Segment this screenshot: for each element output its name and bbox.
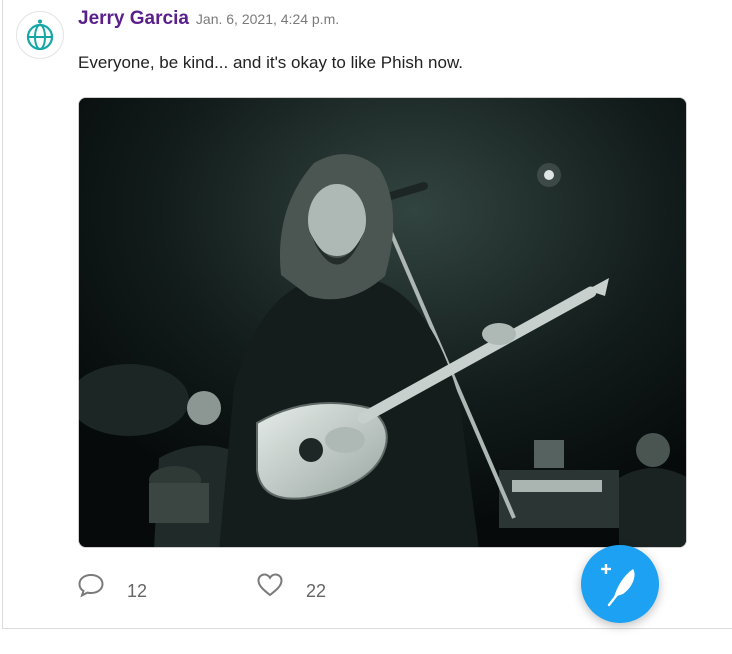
reply-count: 12 [127,581,148,601]
like-count: 22 [306,581,327,601]
reply-action[interactable]: 12 [77,567,147,602]
heart-icon [257,572,283,596]
post-divider [2,628,732,629]
avatar[interactable] [16,11,64,59]
author-name[interactable]: Jerry Garcia [78,8,189,30]
globe-icon [26,19,54,51]
post-timestamp[interactable]: Jan. 6, 2021, 4:24 p.m. [196,11,339,27]
post-header: Jerry Garcia Jan. 6, 2021, 4:24 p.m. [78,8,339,32]
compose-button[interactable] [581,545,659,623]
post-text: Everyone, be kind... and it's okay to li… [78,53,464,72]
comment-icon [78,573,104,598]
post-image[interactable] [78,97,687,548]
like-action[interactable]: 22 [256,567,326,602]
left-divider [2,0,3,628]
feather-plus-icon [601,564,635,607]
